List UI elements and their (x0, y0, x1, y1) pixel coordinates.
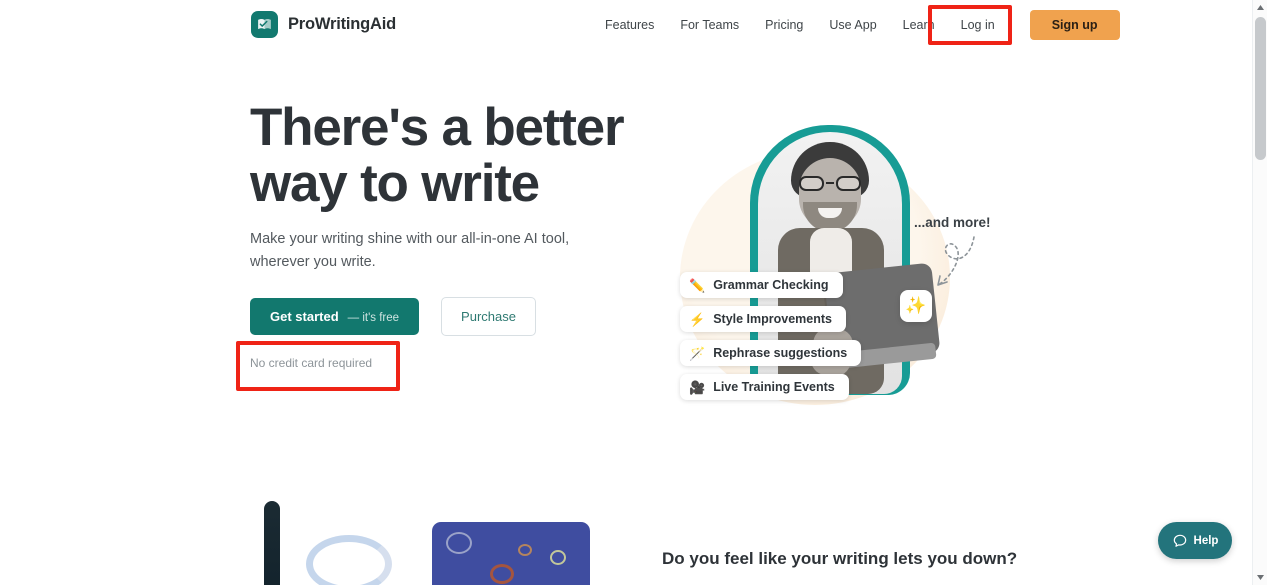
sparkle-badge: ✨ (900, 290, 932, 322)
get-started-button[interactable]: Get started — it's free (250, 298, 420, 335)
starry-night-image (258, 483, 440, 585)
swirl-shape (306, 535, 392, 585)
cta-row: Get started — it's free Purchase (250, 297, 536, 336)
feature-chip-label: Style Improvements (713, 312, 832, 326)
doodle-swirl (518, 544, 532, 556)
page-title: There's a better way to write (250, 98, 625, 213)
feature-chip-style-improvements[interactable]: ⚡ Style Improvements (680, 306, 846, 332)
section-heading: Do you feel like your writing lets you d… (662, 549, 1018, 568)
no-credit-card-note: No credit card required (250, 356, 373, 370)
dotted-arrow-icon (937, 236, 975, 286)
doodle-swirl (550, 550, 566, 565)
feature-chip-label: Grammar Checking (713, 278, 829, 292)
lightning-icon: ⚡ (689, 311, 706, 327)
scroll-up-arrow[interactable] (1253, 0, 1267, 15)
book-check-icon (251, 11, 278, 38)
nav-item-log-in[interactable]: Log in (948, 18, 1008, 32)
hero-illustration: ...and more! ✨ ✏️ Grammar Checking ⚡ Sty (640, 100, 1040, 430)
glasses-icon (798, 176, 862, 191)
doodle-swirl (446, 532, 472, 554)
signup-button-wrap: Sign up (1029, 10, 1120, 40)
feature-chip-rephrase-suggestions[interactable]: 🪄 Rephrase suggestions (680, 340, 862, 366)
doodle-swirl (490, 564, 514, 584)
scroll-down-arrow[interactable] (1253, 570, 1267, 585)
pencil-icon: ✏️ (689, 277, 706, 293)
cypress-tree-shape (264, 501, 280, 585)
hero-subtitle: Make your writing shine with our all-in-… (250, 231, 570, 270)
magic-wand-icon: 🪄 (689, 345, 706, 361)
get-started-label: Get started (270, 309, 339, 324)
site-header: ProWritingAid Features For Teams Pricing… (0, 0, 1252, 50)
hero-section: There's a better way to write Make your … (0, 50, 1252, 450)
brand-name: ProWritingAid (288, 15, 397, 33)
signup-button[interactable]: Sign up (1029, 10, 1120, 40)
nav-item-for-teams[interactable]: For Teams (667, 18, 752, 32)
nav-item-use-app[interactable]: Use App (816, 18, 889, 32)
main-navigation: Features For Teams Pricing Use App Learn… (600, 0, 1120, 50)
nav-item-learn[interactable]: Learn (890, 18, 948, 32)
vertical-scrollbar[interactable] (1252, 0, 1267, 585)
page-viewport: ProWritingAid Features For Teams Pricing… (0, 0, 1252, 585)
get-started-free-label: — it's free (347, 312, 400, 324)
browser-page: ProWritingAid Features For Teams Pricing… (0, 0, 1267, 585)
video-camera-icon: 🎥 (689, 379, 706, 395)
and-more-label: ...and more! (914, 215, 991, 230)
speech-bubble-icon (1173, 534, 1186, 547)
help-widget-label: Help (1193, 534, 1219, 547)
feature-chip-live-training-events[interactable]: 🎥 Live Training Events (680, 374, 849, 400)
feature-chip-list: ✏️ Grammar Checking ⚡ Style Improvements… (680, 272, 862, 400)
scrollbar-thumb[interactable] (1255, 17, 1266, 160)
brand-logo[interactable]: ProWritingAid (251, 11, 396, 38)
blue-doodle-image (432, 522, 590, 585)
feature-chip-label: Rephrase suggestions (713, 346, 848, 360)
help-widget-button[interactable]: Help (1158, 522, 1232, 559)
sparkle-icon: ✨ (905, 296, 927, 315)
nav-item-pricing[interactable]: Pricing (752, 18, 816, 32)
nav-item-features[interactable]: Features (600, 18, 667, 32)
feature-chip-grammar-checking[interactable]: ✏️ Grammar Checking (680, 272, 843, 298)
feature-chip-label: Live Training Events (713, 380, 835, 394)
purchase-button[interactable]: Purchase (441, 297, 536, 336)
